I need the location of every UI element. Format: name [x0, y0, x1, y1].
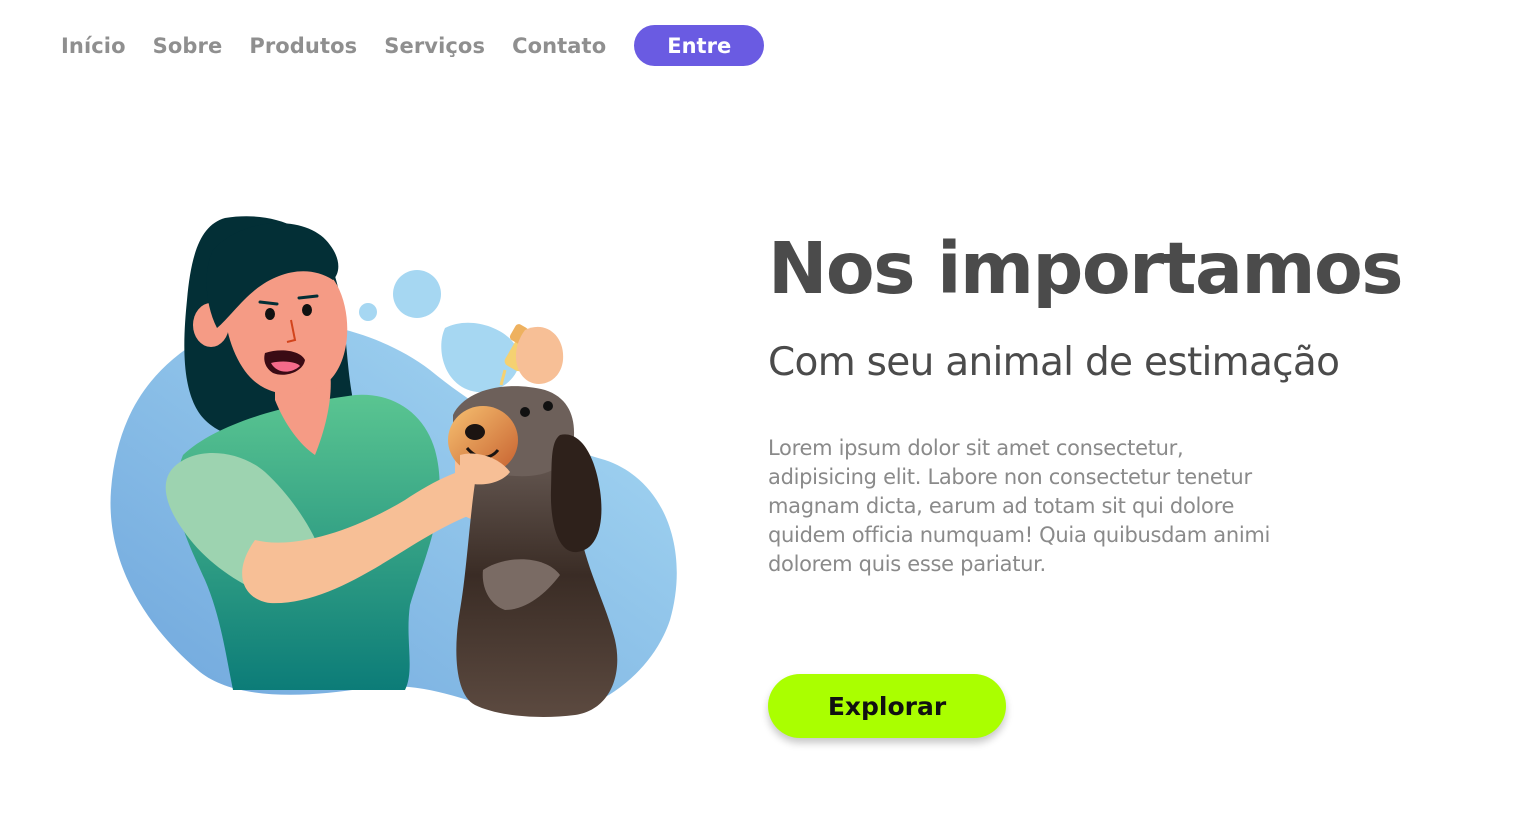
bubble-small — [359, 303, 377, 321]
bubble-large — [393, 270, 441, 318]
woman-eye-right — [302, 304, 312, 316]
explore-button[interactable]: Explorar — [768, 674, 1006, 738]
nav-link-contato[interactable]: Contato — [512, 34, 606, 58]
landing-page: Início Sobre Produtos Serviços Contato E… — [0, 0, 1524, 829]
login-button[interactable]: Entre — [634, 25, 765, 66]
dog-nose — [465, 424, 485, 440]
nav-link-produtos[interactable]: Produtos — [249, 34, 357, 58]
dog-eye-left — [520, 407, 530, 417]
dog-ear — [550, 434, 602, 553]
nav-link-servicos[interactable]: Serviços — [384, 34, 485, 58]
dog-eye-right — [543, 401, 553, 411]
woman-eye-left — [265, 308, 275, 320]
hero-illustration — [105, 210, 685, 720]
nav-link-sobre[interactable]: Sobre — [153, 34, 223, 58]
hero-description: Lorem ipsum dolor sit amet consectetur, … — [768, 436, 1271, 576]
nav-link-inicio[interactable]: Início — [61, 34, 126, 58]
hero-title: Nos importamos — [768, 227, 1403, 310]
hero-subtitle: Com seu animal de estimação — [768, 340, 1340, 385]
woman-hand-dropper — [515, 326, 564, 384]
top-nav: Início Sobre Produtos Serviços Contato E… — [61, 25, 765, 66]
